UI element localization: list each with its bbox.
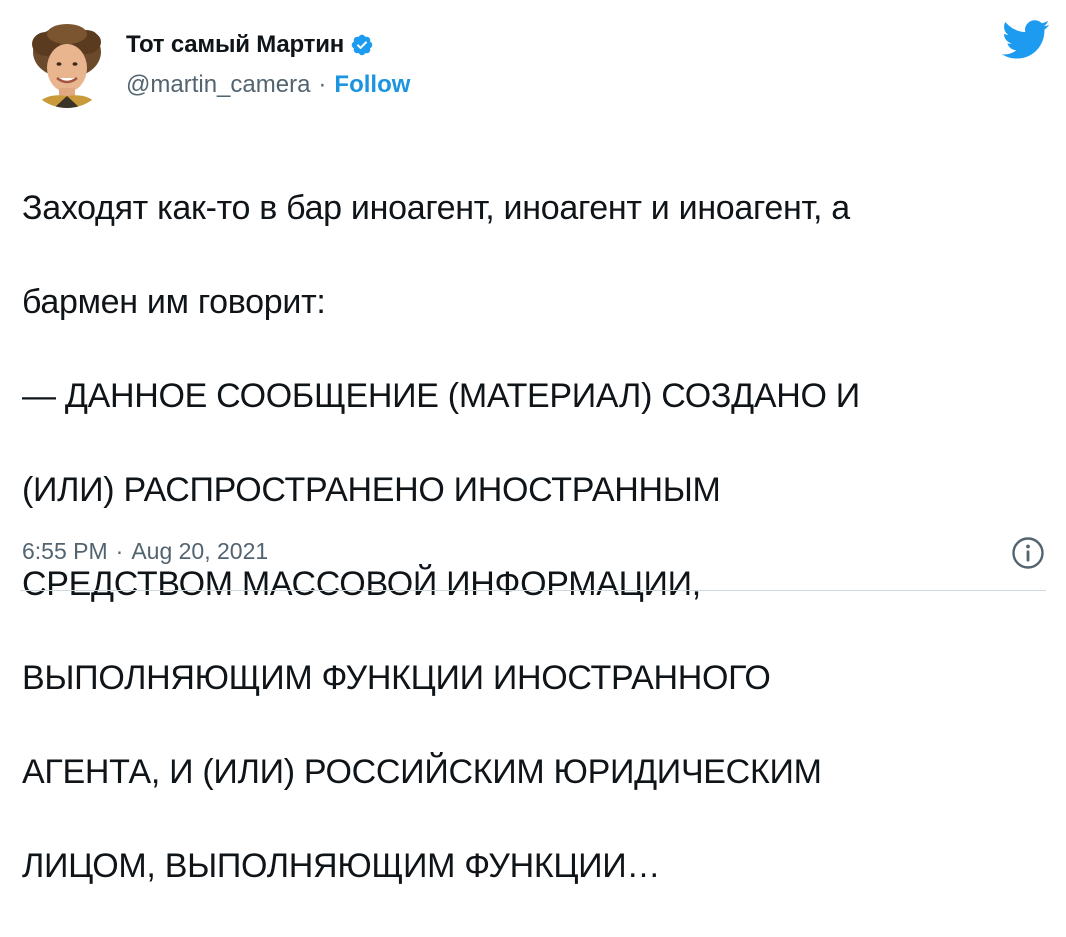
follow-button[interactable]: Follow bbox=[334, 71, 410, 99]
twitter-bird-icon[interactable] bbox=[1002, 20, 1050, 60]
handle-separator: · bbox=[318, 71, 327, 98]
verified-badge-icon bbox=[350, 33, 374, 57]
tweet-line: (ИЛИ) РАСПРОСТРАНЕНО ИНОСТРАННЫМ bbox=[22, 471, 721, 509]
tweet-date[interactable]: Aug 20, 2021 bbox=[131, 538, 268, 565]
divider bbox=[20, 590, 1046, 591]
tweet-line: — ДАННОЕ СООБЩЕНИЕ (МАТЕРИАЛ) СОЗДАНО И bbox=[22, 377, 860, 415]
display-name[interactable]: Тот самый Мартин bbox=[126, 31, 344, 59]
avatar-image bbox=[24, 22, 110, 108]
tweet-line: ЛИЦОМ, ВЫПОЛНЯЮЩИМ ФУНКЦИИ… bbox=[22, 847, 661, 885]
tweet-line: СРЕДСТВОМ МАССОВОЙ ИНФОРМАЦИИ, bbox=[22, 565, 701, 603]
tweet-line: бармен им говорит: bbox=[22, 283, 326, 321]
footer-separator: · bbox=[115, 538, 124, 564]
name-row: Тот самый Мартин bbox=[126, 28, 410, 62]
author-block: Тот самый Мартин @martin_camera · Follow bbox=[126, 28, 410, 102]
tweet-card: Тот самый Мартин @martin_camera · Follow… bbox=[0, 0, 1066, 885]
tweet-line: Заходят как-то в бар иноагент, иноагент … bbox=[22, 189, 850, 227]
info-icon[interactable] bbox=[1011, 536, 1045, 570]
tweet-time[interactable]: 6:55 PM bbox=[22, 538, 108, 565]
avatar[interactable] bbox=[24, 22, 110, 108]
tweet-line: ВЫПОЛНЯЮЩИМ ФУНКЦИИ ИНОСТРАННОГО bbox=[22, 659, 771, 697]
handle-row: @martin_camera · Follow bbox=[126, 68, 410, 102]
tweet-footer: 6:55 PM · Aug 20, 2021 bbox=[22, 538, 268, 565]
tweet-line: АГЕНТА, И (ИЛИ) РОССИЙСКИМ ЮРИДИЧЕСКИМ bbox=[22, 753, 822, 791]
user-handle[interactable]: @martin_camera bbox=[126, 71, 310, 99]
